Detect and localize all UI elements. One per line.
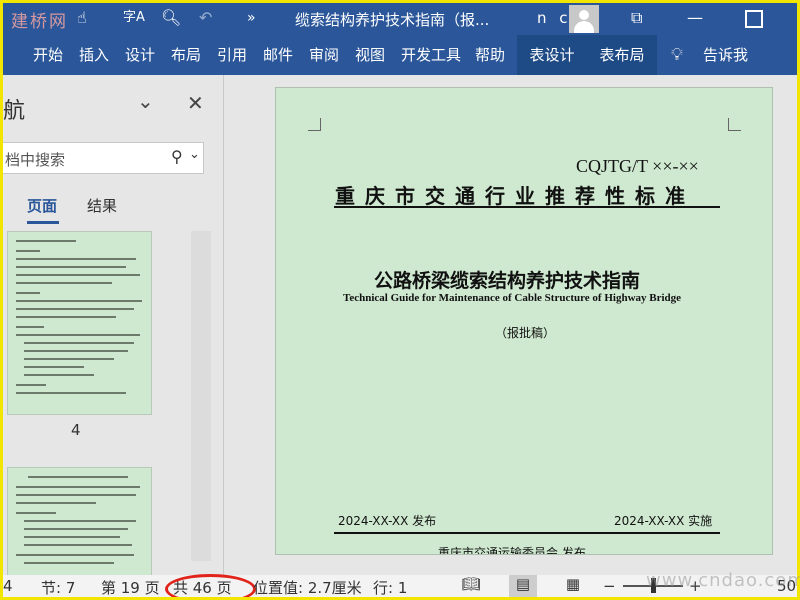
- touch-mode-icon[interactable]: ☝: [77, 8, 87, 28]
- avatar[interactable]: [569, 5, 599, 33]
- tab-design[interactable]: 设计: [125, 35, 155, 75]
- read-mode-icon[interactable]: 📖︎: [457, 575, 485, 597]
- implement-date: 2024-XX-XX 实施: [614, 514, 713, 528]
- minimize-icon[interactable]: —: [687, 8, 703, 28]
- qat-more-icon[interactable]: »: [247, 8, 256, 28]
- chevron-down-icon[interactable]: ⌄: [137, 89, 154, 113]
- nav-pane-title: 航: [3, 99, 26, 124]
- pane-splitter[interactable]: [223, 75, 224, 575]
- document-title-en: Technical Guide for Maintenance of Cable…: [343, 292, 682, 304]
- nav-scrollbar[interactable]: [191, 231, 211, 561]
- word-window: 建桥网 ☝ 字A 🔍︎ ↶ » 缆索结构养护技术指南（报... n c ⧉ — …: [0, 0, 800, 600]
- tab-home[interactable]: 开始: [33, 35, 63, 75]
- tab-references[interactable]: 引用: [217, 35, 247, 75]
- status-position[interactable]: 位置值: 2.7厘米: [253, 577, 362, 597]
- title-bar: 建桥网 ☝ 字A 🔍︎ ↶ » 缆索结构养护技术指南（报... n c ⧉ —: [3, 3, 797, 35]
- web-layout-icon[interactable]: ▦: [559, 575, 587, 597]
- search-options-chevron-icon[interactable]: ⌄: [189, 147, 200, 162]
- undo-icon[interactable]: ↶: [199, 8, 212, 28]
- status-page-fragment[interactable]: 4: [3, 577, 13, 595]
- zoom-out-button[interactable]: −: [603, 577, 616, 595]
- crop-mark: [308, 118, 321, 131]
- tab-pages[interactable]: 页面: [27, 195, 57, 216]
- page-thumbnail[interactable]: [7, 467, 152, 577]
- document-title: 缆索结构养护技术指南（报...: [295, 11, 490, 29]
- tab-developer[interactable]: 开发工具: [401, 35, 461, 75]
- navigation-pane: 航 ⌄ ✕ 档中搜索 ⚲ ⌄ 页面 结果 4: [3, 75, 221, 577]
- standard-code: CQJTG/T ××-××: [576, 156, 699, 176]
- footer-rule: [334, 532, 720, 534]
- status-line[interactable]: 行: 1: [373, 577, 407, 597]
- crop-mark: [728, 118, 741, 131]
- nav-search-box[interactable]: 档中搜索 ⚲ ⌄: [3, 142, 204, 174]
- search-icon[interactable]: ⚲: [171, 147, 183, 166]
- status-page[interactable]: 第 19 页: [101, 577, 160, 597]
- tab-insert[interactable]: 插入: [79, 35, 109, 75]
- tab-table-layout[interactable]: 表布局: [587, 35, 657, 75]
- ribbon-display-icon[interactable]: ⧉: [631, 8, 642, 28]
- page-thumbnail[interactable]: [7, 231, 152, 415]
- thumbnail-page-number: 4: [71, 421, 81, 439]
- document-title-cn: 公路桥梁缆索结构养护技术指南: [374, 270, 641, 292]
- spelling-icon[interactable]: 字A: [123, 8, 145, 28]
- tab-layout[interactable]: 布局: [171, 35, 201, 75]
- tell-me-button[interactable]: 告诉我: [703, 35, 748, 75]
- active-tab-indicator: [27, 221, 59, 224]
- issue-date: 2024-XX-XX 发布: [338, 514, 437, 528]
- tab-view[interactable]: 视图: [355, 35, 385, 75]
- maximize-icon[interactable]: [745, 10, 763, 28]
- search-input[interactable]: 档中搜索: [5, 149, 65, 170]
- status-section[interactable]: 节: 7: [41, 577, 75, 597]
- tab-help[interactable]: 帮助: [475, 35, 505, 75]
- ribbon: 开始 插入 设计 布局 引用 邮件 审阅 视图 开发工具 帮助 表设计 表布局 …: [3, 35, 797, 75]
- print-preview-icon[interactable]: 🔍︎: [161, 8, 181, 28]
- close-icon[interactable]: ✕: [187, 91, 204, 115]
- lightbulb-icon[interactable]: 💡︎: [671, 35, 683, 75]
- title-rule: [334, 206, 720, 208]
- tab-mailings[interactable]: 邮件: [263, 35, 293, 75]
- site-watermark: www.cndao.com: [646, 570, 800, 591]
- tab-review[interactable]: 审阅: [309, 35, 339, 75]
- site-logo: 建桥网: [11, 12, 68, 32]
- highlight-ring: [165, 574, 256, 597]
- tab-results[interactable]: 结果: [87, 195, 117, 216]
- print-layout-icon[interactable]: ▤: [509, 575, 537, 597]
- document-page[interactable]: CQJTG/T ××-×× 重庆市交通行业推荐性标准 公路桥梁缆索结构养护技术指…: [275, 87, 773, 555]
- draft-status: （报批稿）: [495, 326, 556, 340]
- standard-category: 重庆市交通行业推荐性标准: [335, 184, 695, 208]
- issuing-authority: 重庆市交通运输委员会 发布: [438, 546, 586, 555]
- user-initials[interactable]: n c: [537, 9, 572, 27]
- tab-table-design[interactable]: 表设计: [517, 35, 587, 75]
